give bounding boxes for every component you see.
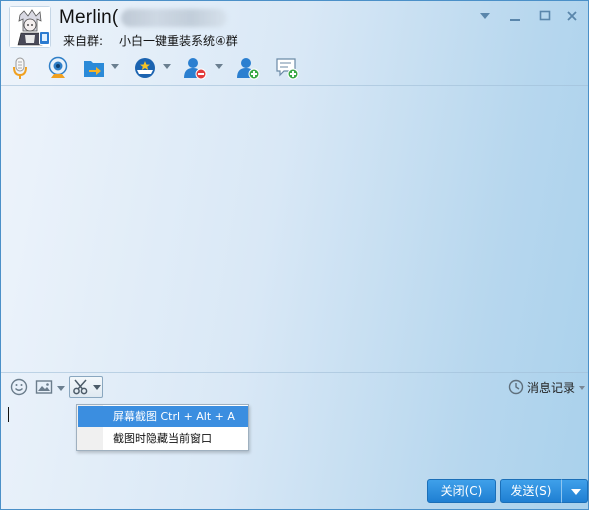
image-dropdown-icon[interactable] xyxy=(57,386,65,391)
contact-name[interactable]: Merlin( xyxy=(59,7,118,29)
remote-assist-icon[interactable] xyxy=(133,56,157,80)
dropdown-menu-icon[interactable] xyxy=(478,9,492,23)
screenshot-dropdown-icon[interactable] xyxy=(93,385,101,390)
from-group-label: 来自群: xyxy=(63,34,104,48)
video-call-icon[interactable] xyxy=(46,56,70,80)
block-contact-dropdown-icon[interactable] xyxy=(215,64,223,69)
block-contact-icon[interactable] xyxy=(183,56,207,80)
send-button[interactable]: 发送(S) xyxy=(500,479,562,503)
create-discussion-icon[interactable] xyxy=(275,56,299,80)
input-separator xyxy=(1,372,588,373)
screenshot-button[interactable] xyxy=(69,376,103,398)
clock-icon[interactable] xyxy=(508,379,524,395)
send-options-dropdown-icon[interactable] xyxy=(561,479,588,503)
group-name[interactable]: 小白一键重装系统④群 xyxy=(119,32,238,49)
mobile-online-icon xyxy=(39,31,50,45)
minimize-icon[interactable] xyxy=(508,9,522,23)
file-transfer-icon[interactable] xyxy=(82,56,106,80)
message-history-link[interactable]: 消息记录 xyxy=(527,379,575,396)
microphone-icon[interactable] xyxy=(8,56,32,80)
menu-item-hide-window[interactable]: 截图时隐藏当前窗口 xyxy=(78,428,248,449)
menu-item-screenshot[interactable]: 屏幕截图 Ctrl + Alt + A xyxy=(78,406,248,427)
scissors-icon xyxy=(73,379,88,395)
history-dropdown-icon[interactable] xyxy=(579,386,585,390)
redacted-id xyxy=(121,9,227,27)
image-icon[interactable] xyxy=(35,378,53,396)
emoji-icon[interactable] xyxy=(10,378,28,396)
chat-window: Merlin( 来自群: 小白一键重装系统④群 消息记录 屏幕截图 Ctrl +… xyxy=(0,0,589,510)
file-transfer-dropdown-icon[interactable] xyxy=(111,64,119,69)
screenshot-menu: 屏幕截图 Ctrl + Alt + A 截图时隐藏当前窗口 xyxy=(76,404,249,451)
close-icon[interactable] xyxy=(565,9,579,23)
remote-assist-dropdown-icon[interactable] xyxy=(163,64,171,69)
close-button[interactable]: 关闭(C) xyxy=(427,479,496,503)
add-friend-icon[interactable] xyxy=(236,56,260,80)
maximize-icon[interactable] xyxy=(538,9,552,23)
text-caret xyxy=(8,407,9,422)
message-history-area[interactable] xyxy=(1,86,588,372)
